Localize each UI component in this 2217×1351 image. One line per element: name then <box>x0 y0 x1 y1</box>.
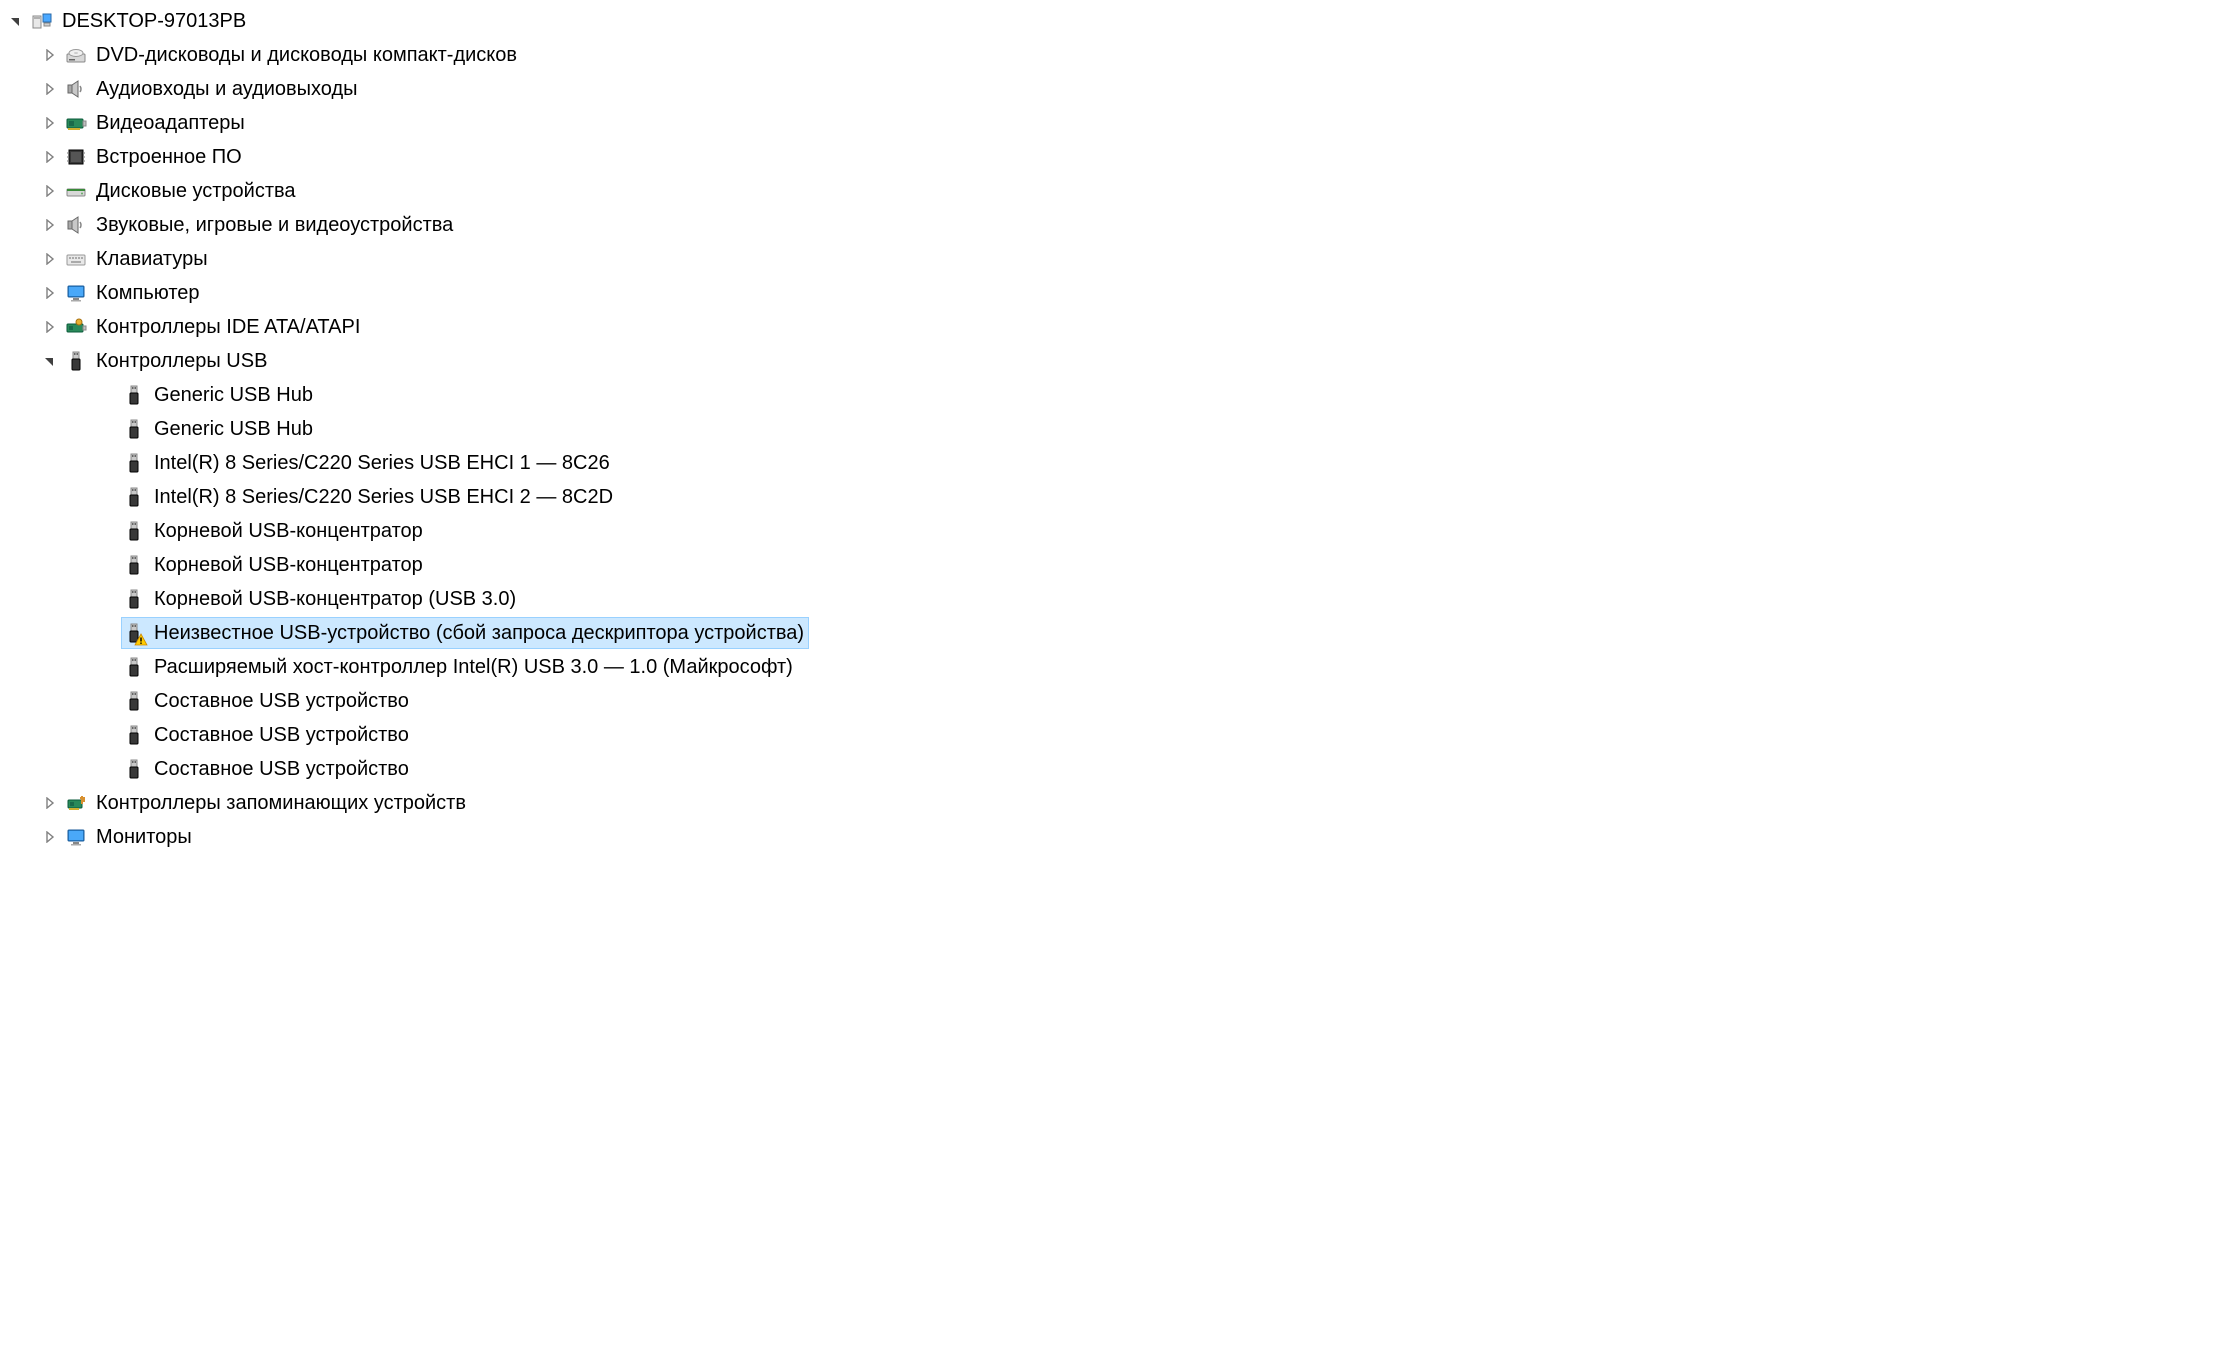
usb-icon <box>122 621 146 645</box>
tree-item-label: Контроллеры USB <box>96 351 267 371</box>
tree-item[interactable]: Составное USB устройство <box>0 752 2217 786</box>
usb-icon <box>122 383 146 407</box>
expand-icon[interactable] <box>40 283 60 303</box>
tree-item[interactable]: DVD-дисководы и дисководы компакт-дисков <box>0 38 2217 72</box>
tree-item-label: Составное USB устройство <box>154 759 409 779</box>
tree-item[interactable]: Компьютер <box>0 276 2217 310</box>
expand-icon[interactable] <box>40 147 60 167</box>
tree-item[interactable]: Корневой USB-концентратор <box>0 514 2217 548</box>
tree-item-label: Generic USB Hub <box>154 419 313 439</box>
tree-item[interactable]: Контроллеры IDE ATA/ATAPI <box>0 310 2217 344</box>
expand-icon[interactable] <box>40 215 60 235</box>
tree-item[interactable]: Дисковые устройства <box>0 174 2217 208</box>
usb-icon <box>122 485 146 509</box>
tree-item[interactable]: Generic USB Hub <box>0 378 2217 412</box>
optical-drive-icon <box>64 43 88 67</box>
tree-item-label: Видеоадаптеры <box>96 113 245 133</box>
tree-item[interactable]: Клавиатуры <box>0 242 2217 276</box>
expand-icon[interactable] <box>40 45 60 65</box>
tree-item-label: Контроллеры запоминающих устройств <box>96 793 466 813</box>
keyboard-icon <box>64 247 88 271</box>
display-adapter-icon <box>64 111 88 135</box>
usb-icon <box>122 757 146 781</box>
tree-item-label: Составное USB устройство <box>154 691 409 711</box>
speaker-icon <box>64 77 88 101</box>
tree-item-label: Компьютер <box>96 283 200 303</box>
tree-item-label: Контроллеры IDE ATA/ATAPI <box>96 317 360 337</box>
monitor-icon <box>64 281 88 305</box>
tree-item[interactable]: Generic USB Hub <box>0 412 2217 446</box>
usb-icon <box>122 451 146 475</box>
tree-item[interactable]: Корневой USB-концентратор (USB 3.0) <box>0 582 2217 616</box>
tree-item-label: Звуковые, игровые и видеоустройства <box>96 215 453 235</box>
monitor-icon <box>64 825 88 849</box>
tree-item-label: Расширяемый хост-контроллер Intel(R) USB… <box>154 657 793 677</box>
tree-item[interactable]: Видеоадаптеры <box>0 106 2217 140</box>
expand-icon[interactable] <box>40 113 60 133</box>
collapse-icon[interactable] <box>40 351 60 371</box>
tree-item[interactable]: Звуковые, игровые и видеоустройства <box>0 208 2217 242</box>
tree-item[interactable]: Расширяемый хост-контроллер Intel(R) USB… <box>0 650 2217 684</box>
usb-icon <box>64 349 88 373</box>
tree-item-label: Дисковые устройства <box>96 181 296 201</box>
tree-item[interactable]: Мониторы <box>0 820 2217 854</box>
ide-controller-icon <box>64 315 88 339</box>
usb-icon <box>122 689 146 713</box>
expand-icon[interactable] <box>40 827 60 847</box>
expand-icon[interactable] <box>40 79 60 99</box>
tree-item[interactable]: Неизвестное USB-устройство (сбой запроса… <box>0 616 2217 650</box>
storage-controller-icon <box>64 791 88 815</box>
tree-item-label: Intel(R) 8 Series/C220 Series USB EHCI 1… <box>154 453 610 473</box>
tree-item[interactable]: Контроллеры запоминающих устройств <box>0 786 2217 820</box>
tree-item-label: DVD-дисководы и дисководы компакт-дисков <box>96 45 517 65</box>
computer-icon <box>30 9 54 33</box>
expand-icon[interactable] <box>40 249 60 269</box>
usb-icon <box>122 553 146 577</box>
tree-item-label: Корневой USB-концентратор (USB 3.0) <box>154 589 516 609</box>
tree-item-label: Клавиатуры <box>96 249 208 269</box>
tree-item[interactable]: Встроенное ПО <box>0 140 2217 174</box>
tree-item[interactable]: Контроллеры USB <box>0 344 2217 378</box>
usb-icon <box>122 587 146 611</box>
firmware-icon <box>64 145 88 169</box>
tree-item-label: DESKTOP-97013PB <box>62 11 246 31</box>
tree-item[interactable]: Intel(R) 8 Series/C220 Series USB EHCI 2… <box>0 480 2217 514</box>
tree-item[interactable]: Составное USB устройство <box>0 684 2217 718</box>
tree-item-label: Мониторы <box>96 827 192 847</box>
tree-item-label: Неизвестное USB-устройство (сбой запроса… <box>154 623 804 643</box>
tree-item[interactable]: Корневой USB-концентратор <box>0 548 2217 582</box>
device-tree: DESKTOP-97013PB DVD-дисководы и дисководы… <box>0 4 2217 854</box>
tree-item-label: Составное USB устройство <box>154 725 409 745</box>
expand-icon[interactable] <box>40 181 60 201</box>
tree-item-label: Generic USB Hub <box>154 385 313 405</box>
usb-icon <box>122 417 146 441</box>
tree-item[interactable]: Intel(R) 8 Series/C220 Series USB EHCI 1… <box>0 446 2217 480</box>
tree-item-label: Корневой USB-концентратор <box>154 521 423 541</box>
tree-item-label: Корневой USB-концентратор <box>154 555 423 575</box>
expand-icon[interactable] <box>40 317 60 337</box>
tree-item-label: Intel(R) 8 Series/C220 Series USB EHCI 2… <box>154 487 613 507</box>
tree-item-label: Встроенное ПО <box>96 147 242 167</box>
tree-item[interactable]: Составное USB устройство <box>0 718 2217 752</box>
tree-item[interactable]: Аудиовходы и аудиовыходы <box>0 72 2217 106</box>
disk-drive-icon <box>64 179 88 203</box>
usb-icon <box>122 519 146 543</box>
speaker-icon <box>64 213 88 237</box>
collapse-icon[interactable] <box>6 11 26 31</box>
tree-item-label: Аудиовходы и аудиовыходы <box>96 79 358 99</box>
usb-icon <box>122 723 146 747</box>
expand-icon[interactable] <box>40 793 60 813</box>
tree-item[interactable]: DESKTOP-97013PB <box>0 4 2217 38</box>
usb-icon <box>122 655 146 679</box>
